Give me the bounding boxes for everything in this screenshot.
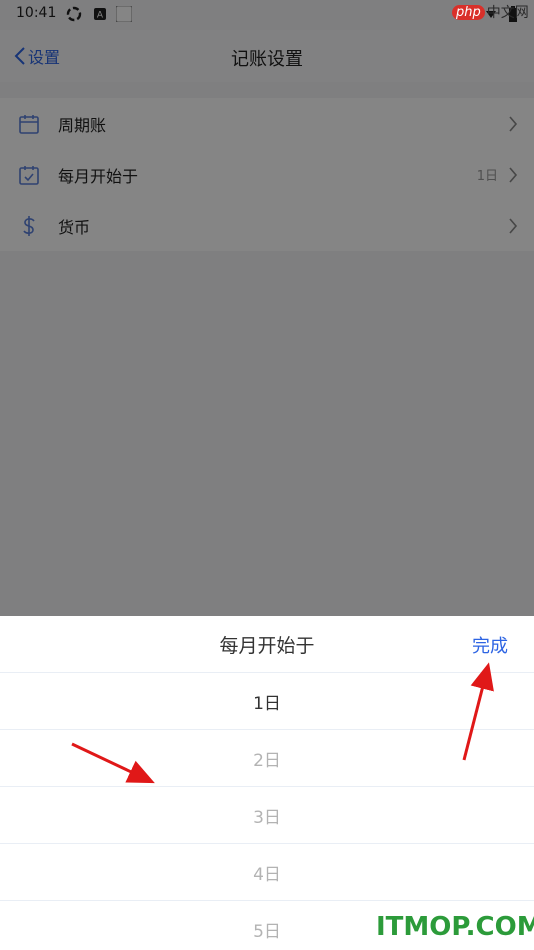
picker-option[interactable]: 2日: [0, 730, 534, 787]
picker-option[interactable]: 3日: [0, 787, 534, 844]
picker-header: 每月开始于 完成: [0, 616, 534, 673]
screen: 10:41 A 设置 记账设置 周期账 每月开始于 1日 货币 每月开始于 完成…: [0, 0, 534, 950]
watermark-itmop: ITMOP.COM: [376, 912, 534, 942]
picker-option[interactable]: 4日: [0, 844, 534, 901]
watermark-badge: php: [452, 4, 485, 20]
done-button[interactable]: 完成: [472, 632, 508, 658]
watermark-text: 中文网: [486, 5, 529, 21]
watermark-php: php 中文网: [452, 2, 529, 22]
picker-option[interactable]: 1日: [0, 673, 534, 730]
month-start-picker: 每月开始于 完成 1日 2日 3日 4日 5日: [0, 616, 534, 950]
modal-backdrop[interactable]: [0, 0, 534, 616]
picker-title: 每月开始于: [219, 635, 315, 657]
